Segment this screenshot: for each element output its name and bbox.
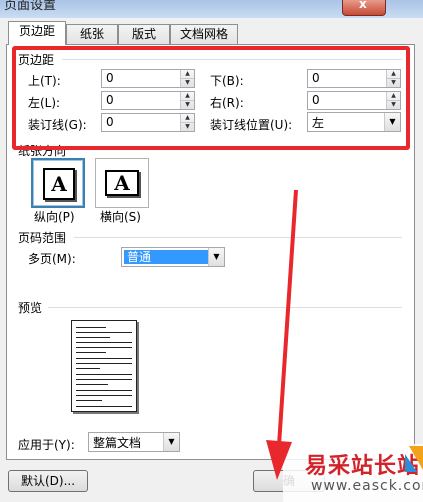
tab-layout[interactable]: 版式 xyxy=(118,24,170,44)
preview-line xyxy=(76,374,132,375)
close-icon: x xyxy=(359,0,367,11)
watermark-logo-icon xyxy=(405,446,423,472)
preview-line xyxy=(76,327,106,328)
portrait-button[interactable]: A xyxy=(31,158,85,208)
preview-line xyxy=(76,358,132,359)
preview-line xyxy=(76,390,132,391)
landscape-label: 横向(S) xyxy=(100,210,141,224)
multiple-pages-label: 多页(M): xyxy=(28,252,76,266)
preview-line xyxy=(76,379,132,380)
preview-line xyxy=(76,342,132,343)
chevron-down-icon[interactable]: ▼ xyxy=(163,433,179,451)
tab-paper[interactable]: 纸张 xyxy=(66,24,118,44)
preview-line xyxy=(76,332,132,333)
landscape-page-icon: A xyxy=(105,170,139,196)
portrait-page-icon: A xyxy=(43,168,75,200)
watermark-url: www.easck.com xyxy=(311,478,423,494)
tab-margins[interactable]: 页边距 xyxy=(8,21,66,45)
preview-group-label: 预览 xyxy=(18,301,43,315)
preview-line xyxy=(76,363,132,364)
title-bar: 页面设置 x xyxy=(0,0,423,18)
chevron-down-icon[interactable]: ▼ xyxy=(208,248,224,266)
preview-line xyxy=(76,395,132,396)
close-button[interactable]: x xyxy=(342,0,386,16)
multiple-pages-select[interactable]: 普通 ▼ xyxy=(121,247,225,267)
default-button[interactable]: 默认(D)... xyxy=(8,470,88,492)
window-title: 页面设置 xyxy=(4,0,57,13)
divider xyxy=(48,307,402,308)
highlight-annotation xyxy=(12,46,410,150)
landscape-button[interactable]: A xyxy=(95,158,149,208)
preview-line xyxy=(76,352,106,353)
portrait-label: 纵向(P) xyxy=(34,210,75,224)
preview-line xyxy=(76,347,132,348)
tab-doc-grid[interactable]: 文档网格 xyxy=(170,24,238,44)
page-preview xyxy=(71,320,137,412)
pages-group-label: 页码范围 xyxy=(18,231,67,245)
apply-to-select[interactable]: 整篇文档 ▼ xyxy=(88,432,180,452)
apply-to-label: 应用于(Y): xyxy=(18,438,75,452)
preview-line xyxy=(76,337,110,338)
preview-line xyxy=(76,406,132,407)
preview-line xyxy=(76,368,100,369)
preview-line xyxy=(76,384,108,385)
preview-line xyxy=(76,400,102,401)
watermark: 易采站长站 www.easck.com xyxy=(283,444,423,502)
divider xyxy=(74,237,402,238)
